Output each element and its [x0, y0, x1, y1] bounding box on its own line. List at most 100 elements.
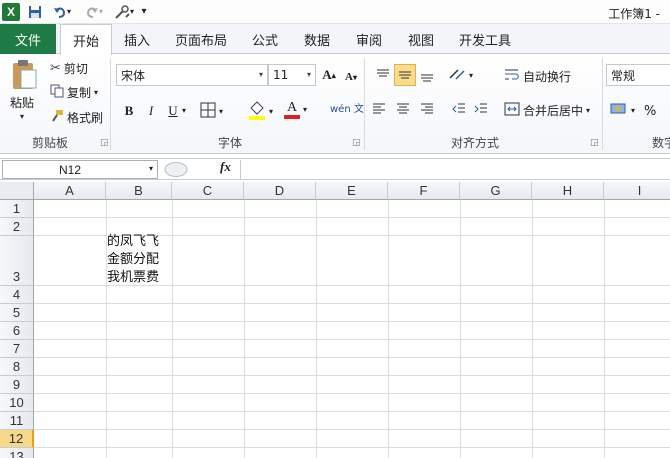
- row-header-10[interactable]: 10: [0, 394, 34, 412]
- font-launcher-icon[interactable]: ◲: [352, 138, 361, 148]
- insert-function-button[interactable]: fx: [220, 159, 231, 175]
- row-header-11[interactable]: 11: [0, 412, 34, 430]
- column-header-i[interactable]: I: [604, 182, 670, 200]
- cut-label: 剪切: [63, 62, 88, 76]
- increase-indent-button[interactable]: [474, 102, 488, 116]
- collapse-handle-icon: [164, 162, 188, 177]
- orientation-button[interactable]: ▾: [448, 66, 473, 85]
- row-header-13[interactable]: 13: [0, 448, 34, 458]
- row-header-3[interactable]: 3: [0, 236, 34, 286]
- select-all-corner[interactable]: [0, 182, 34, 200]
- cell-b3-line-3: 我机票费: [107, 270, 160, 285]
- ribbon: 粘贴 ▾ ✂ 剪切 复制 ▾ 格式刷 剪贴板 ◲ 宋体 ▾ 11 ▾ A ▴ A ▾…: [0, 54, 670, 154]
- underline-button[interactable]: U: [162, 100, 184, 122]
- column-header-d[interactable]: D: [244, 182, 316, 200]
- pinyin-button[interactable]: wén 文: [330, 100, 364, 115]
- paste-icon[interactable]: [8, 58, 40, 92]
- tab-formulas[interactable]: 公式: [244, 24, 286, 54]
- row-header-12[interactable]: 12: [0, 430, 34, 448]
- format-painter-button[interactable]: 格式刷: [50, 109, 103, 126]
- underline-label: U: [168, 103, 178, 118]
- underline-dropdown-icon[interactable]: ▾: [182, 106, 186, 115]
- align-bottom-icon: [421, 74, 433, 82]
- align-right-icon: [421, 103, 433, 114]
- clipboard-launcher-icon[interactable]: ◲: [100, 138, 109, 148]
- paste-button[interactable]: 粘贴: [10, 94, 34, 111]
- title-bar: X ▾ ▾ ▾ ▾ 工作簿1 -: [0, 0, 670, 24]
- copy-button[interactable]: 复制 ▾: [50, 84, 98, 101]
- tab-page-layout[interactable]: 页面布局: [166, 24, 236, 54]
- column-header-e[interactable]: E: [316, 182, 388, 200]
- column-header-g[interactable]: G: [460, 182, 532, 200]
- accounting-format-button[interactable]: ▾: [610, 102, 635, 119]
- shrink-font-button[interactable]: A ▾: [340, 66, 362, 88]
- excel-icon[interactable]: X: [2, 3, 20, 21]
- grow-font-button[interactable]: A ▴: [318, 64, 340, 86]
- copy-icon: [50, 84, 64, 101]
- alignment-group-label: 对齐方式: [450, 136, 499, 150]
- align-right-button[interactable]: [420, 102, 434, 116]
- name-box[interactable]: N12 ▾: [2, 160, 158, 179]
- row-header-8[interactable]: 8: [0, 358, 34, 376]
- font-name-value: 宋体: [121, 68, 146, 83]
- merge-center-button[interactable]: 合并后居中 ▾: [504, 102, 590, 119]
- column-header-c[interactable]: C: [172, 182, 244, 200]
- fill-color-button[interactable]: ▾: [248, 100, 273, 123]
- bold-button[interactable]: B: [118, 100, 140, 122]
- tab-insert[interactable]: 插入: [114, 24, 160, 54]
- font-size-select[interactable]: 11 ▾: [268, 64, 316, 86]
- align-top-button[interactable]: [372, 64, 394, 86]
- column-header-f[interactable]: F: [388, 182, 460, 200]
- fill-bucket-icon: [248, 100, 266, 123]
- italic-button[interactable]: I: [140, 100, 162, 122]
- row-header-5[interactable]: 5: [0, 304, 34, 322]
- align-middle-button[interactable]: [394, 64, 416, 86]
- tab-home[interactable]: 开始: [60, 24, 112, 55]
- alignment-launcher-icon[interactable]: ◲: [590, 138, 599, 148]
- percent-button[interactable]: %: [644, 104, 656, 119]
- column-header-b[interactable]: B: [106, 182, 172, 200]
- row-header-1[interactable]: 1: [0, 200, 34, 218]
- wrap-text-icon: [504, 68, 520, 85]
- tab-review[interactable]: 审阅: [348, 24, 390, 54]
- align-left-button[interactable]: [372, 102, 386, 116]
- merge-center-label: 合并后居中: [523, 104, 584, 118]
- tab-view[interactable]: 视图: [400, 24, 442, 54]
- cut-button[interactable]: ✂ 剪切: [50, 60, 88, 77]
- save-icon[interactable]: [26, 2, 44, 21]
- row-header-9[interactable]: 9: [0, 376, 34, 394]
- copy-label: 复制: [67, 86, 92, 100]
- align-bottom-button[interactable]: [416, 64, 438, 86]
- worksheet-grid[interactable]: A B C D E F G H I 1 2 3 4 5 6 7 8 9 10 1…: [0, 182, 670, 458]
- decrease-indent-icon: [452, 103, 465, 113]
- row-header-4[interactable]: 4: [0, 286, 34, 304]
- formula-input[interactable]: [240, 160, 670, 179]
- shrink-font-icon: A: [345, 71, 353, 83]
- column-header-h[interactable]: H: [532, 182, 604, 200]
- tab-file[interactable]: 文件: [0, 24, 56, 54]
- tab-developer[interactable]: 开发工具: [454, 24, 516, 54]
- ribbon-tabs: 文件 开始 插入 页面布局 公式 数据 审阅 视图 开发工具: [0, 24, 670, 55]
- decrease-indent-button[interactable]: [452, 102, 466, 116]
- column-header-a[interactable]: A: [34, 182, 106, 200]
- tab-data[interactable]: 数据: [296, 24, 338, 54]
- tools-icon[interactable]: ▾: [112, 2, 136, 21]
- align-middle-icon: [399, 71, 411, 79]
- font-name-select[interactable]: 宋体 ▾: [116, 64, 268, 86]
- paste-dropdown-icon[interactable]: ▾: [20, 112, 24, 121]
- row-header-7[interactable]: 7: [0, 340, 34, 358]
- row-header-6[interactable]: 6: [0, 322, 34, 340]
- number-format-value: 常规: [611, 68, 636, 83]
- number-format-select[interactable]: 常规: [606, 64, 670, 86]
- name-box-dropdown-icon[interactable]: ▾: [149, 164, 153, 173]
- cell-b3[interactable]: 的凤飞飞 金额分配 我机票费: [107, 233, 171, 287]
- row-header-2[interactable]: 2: [0, 218, 34, 236]
- align-center-button[interactable]: [396, 102, 410, 116]
- document-title: 工作簿1 -: [608, 7, 660, 21]
- redo-icon[interactable]: ▾: [80, 2, 108, 21]
- font-color-button[interactable]: A ▾: [284, 100, 307, 119]
- borders-button[interactable]: ▾: [200, 102, 223, 121]
- customize-icon[interactable]: ▾: [138, 2, 150, 21]
- undo-icon[interactable]: ▾: [48, 2, 76, 21]
- wrap-text-button[interactable]: 自动换行: [504, 68, 571, 85]
